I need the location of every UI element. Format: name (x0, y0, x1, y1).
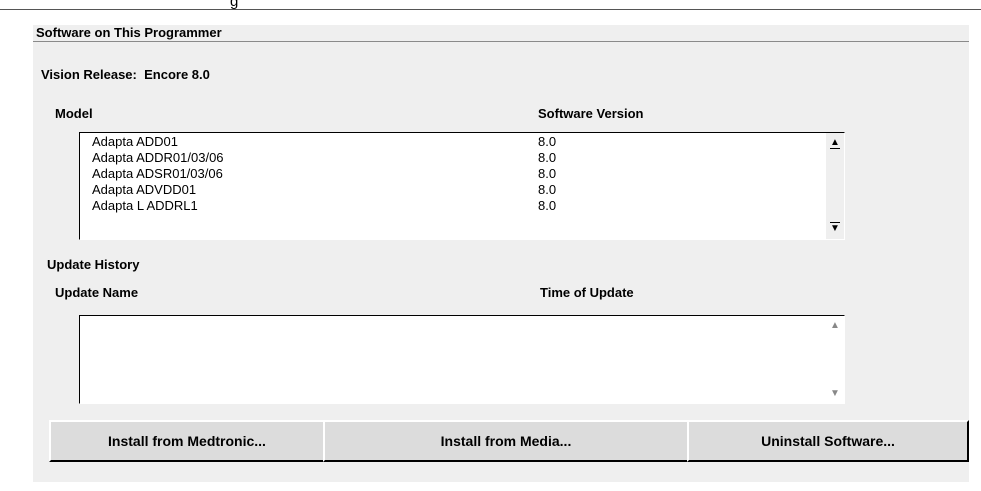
vision-release-value: Encore 8.0 (144, 67, 210, 82)
column-header-software-version[interactable]: Software Version (538, 106, 643, 122)
update-history-scrollbar[interactable]: ▲ ▼ (826, 316, 844, 403)
column-header-model[interactable]: Model (55, 106, 93, 122)
top-divider (0, 9, 981, 10)
vision-release-label: Vision Release: (41, 67, 137, 82)
history-scroll-up-button[interactable]: ▲ (826, 318, 844, 334)
model-cell: Adapta ADVDD01 (92, 182, 197, 197)
column-header-update-name[interactable]: Update Name (55, 285, 138, 301)
uninstall-software-label: Uninstall Software... (761, 433, 895, 449)
list-item[interactable]: Adapta ADSR01/03/06 8.0 (80, 166, 844, 182)
history-scroll-down-button[interactable]: ▼ (826, 386, 844, 402)
uninstall-software-button[interactable]: Uninstall Software... (687, 420, 969, 462)
version-cell: 8.0 (538, 150, 557, 165)
model-cell: Adapta L ADDRL1 (92, 198, 198, 213)
install-from-medtronic-label: Install from Medtronic... (108, 433, 266, 449)
version-cell: 8.0 (538, 182, 557, 197)
list-item[interactable]: Adapta ADVDD01 8.0 (80, 182, 844, 198)
software-list-scrollbar[interactable]: ▲ ▼ (826, 133, 844, 239)
update-history-listbox[interactable]: ▲ ▼ (79, 315, 845, 404)
install-from-media-button[interactable]: Install from Media... (323, 420, 689, 462)
list-item[interactable]: Adapta ADD01 8.0 (80, 134, 844, 150)
list-item[interactable]: Adapta L ADDRL1 8.0 (80, 198, 844, 214)
scroll-down-button[interactable]: ▼ (826, 221, 844, 237)
install-from-medtronic-button[interactable]: Install from Medtronic... (49, 420, 325, 462)
scroll-up-icon: ▲ (830, 137, 840, 148)
version-cell: 8.0 (538, 134, 557, 149)
panel-title: Software on This Programmer (36, 25, 222, 40)
scroll-down-icon: ▼ (830, 388, 840, 399)
update-history-title: Update History (47, 257, 140, 272)
vision-release: Vision Release: Encore 8.0 (41, 67, 210, 83)
scroll-down-icon: ▼ (830, 223, 840, 234)
scroll-up-button[interactable]: ▲ (826, 135, 844, 151)
software-panel: Software on This Programmer Vision Relea… (33, 25, 969, 482)
model-cell: Adapta ADSR01/03/06 (92, 166, 223, 181)
column-header-time-of-update[interactable]: Time of Update (540, 285, 634, 301)
install-from-media-label: Install from Media... (440, 433, 572, 449)
version-cell: 8.0 (538, 166, 557, 181)
scroll-up-icon: ▲ (830, 320, 840, 331)
model-cell: Adapta ADDR01/03/06 (92, 150, 224, 165)
version-cell: 8.0 (538, 198, 557, 213)
list-item[interactable]: Adapta ADDR01/03/06 8.0 (80, 150, 844, 166)
panel-header: Software on This Programmer (33, 25, 969, 42)
software-listbox[interactable]: Adapta ADD01 8.0 Adapta ADDR01/03/06 8.0 Ada… (79, 132, 845, 240)
model-cell: Adapta ADD01 (92, 134, 179, 149)
